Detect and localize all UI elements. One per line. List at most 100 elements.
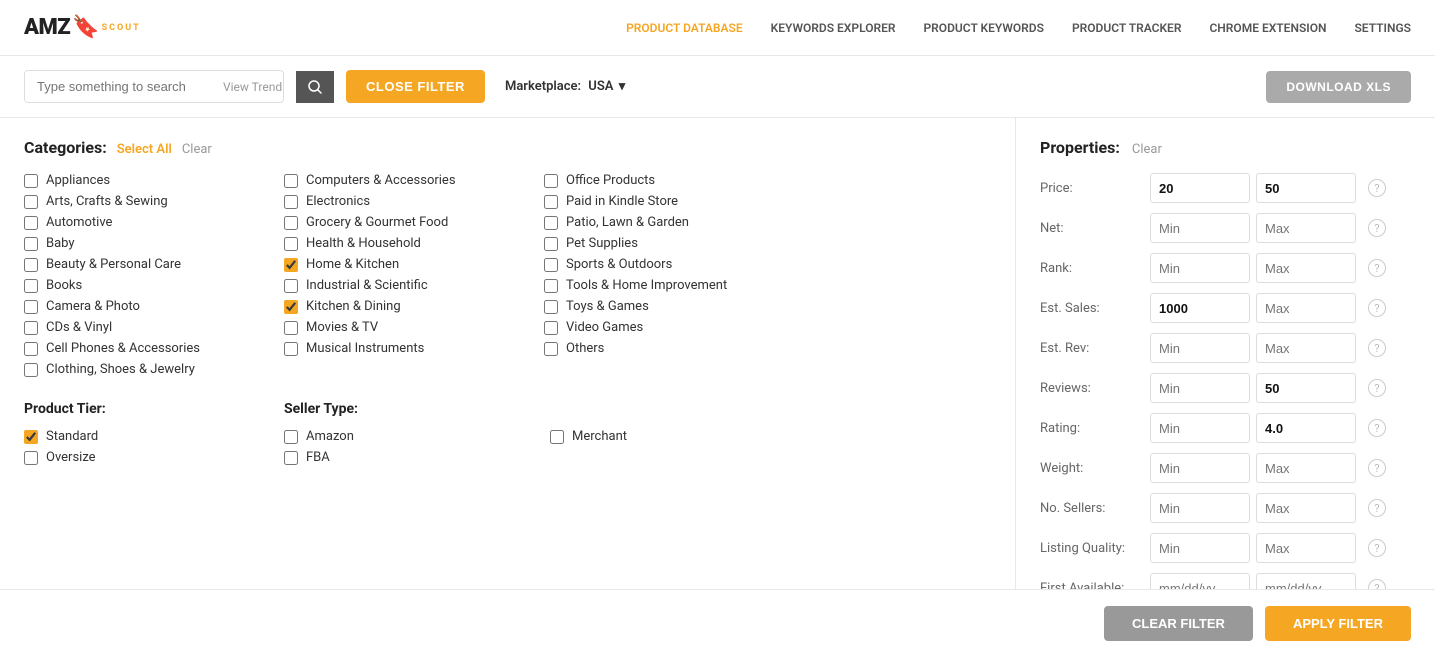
- category-item[interactable]: Paid in Kindle Store: [544, 194, 804, 209]
- category-checkbox[interactable]: [544, 174, 558, 188]
- category-item[interactable]: Arts, Crafts & Sewing: [24, 194, 284, 209]
- select-all-link[interactable]: Select All: [117, 142, 172, 157]
- category-checkbox[interactable]: [284, 195, 298, 209]
- category-checkbox[interactable]: [284, 321, 298, 335]
- property-min-input[interactable]: [1150, 173, 1250, 203]
- categories-clear-link[interactable]: Clear: [182, 142, 212, 157]
- category-item[interactable]: Kitchen & Dining: [284, 299, 544, 314]
- nav-link-product-database[interactable]: PRODUCT DATABASE: [626, 21, 743, 35]
- property-max-input[interactable]: [1256, 293, 1356, 323]
- category-checkbox[interactable]: [24, 321, 38, 335]
- download-xls-button[interactable]: DOWNLOAD XLS: [1266, 71, 1411, 103]
- property-min-input[interactable]: [1150, 413, 1250, 443]
- product-tier-checkbox[interactable]: [24, 430, 38, 444]
- category-checkbox[interactable]: [24, 174, 38, 188]
- property-max-input[interactable]: [1256, 413, 1356, 443]
- search-button[interactable]: [296, 71, 334, 103]
- property-max-input[interactable]: [1256, 213, 1356, 243]
- nav-link-keywords-explorer[interactable]: KEYWORDS EXPLORER: [771, 21, 896, 35]
- category-item[interactable]: Musical Instruments: [284, 341, 544, 356]
- category-checkbox[interactable]: [24, 216, 38, 230]
- category-item[interactable]: Industrial & Scientific: [284, 278, 544, 293]
- category-item[interactable]: Movies & TV: [284, 320, 544, 335]
- category-item[interactable]: Video Games: [544, 320, 804, 335]
- property-min-input[interactable]: [1150, 533, 1250, 563]
- marketplace-selector[interactable]: Marketplace: USA ▾: [505, 79, 625, 94]
- property-max-input[interactable]: [1256, 373, 1356, 403]
- product-tier-item[interactable]: Standard: [24, 429, 284, 444]
- property-max-input[interactable]: [1256, 333, 1356, 363]
- category-item[interactable]: Electronics: [284, 194, 544, 209]
- category-checkbox[interactable]: [544, 279, 558, 293]
- category-checkbox[interactable]: [24, 195, 38, 209]
- nav-link-settings[interactable]: SETTINGS: [1354, 21, 1411, 35]
- help-icon[interactable]: ?: [1368, 219, 1386, 237]
- category-checkbox[interactable]: [24, 279, 38, 293]
- search-input[interactable]: [25, 71, 215, 102]
- category-item[interactable]: Patio, Lawn & Garden: [544, 215, 804, 230]
- category-checkbox[interactable]: [24, 237, 38, 251]
- nav-link-product-keywords[interactable]: PRODUCT KEYWORDS: [923, 21, 1043, 35]
- property-min-input[interactable]: [1150, 253, 1250, 283]
- help-icon[interactable]: ?: [1368, 419, 1386, 437]
- category-checkbox[interactable]: [544, 300, 558, 314]
- property-max-input[interactable]: [1256, 173, 1356, 203]
- category-checkbox[interactable]: [544, 216, 558, 230]
- category-item[interactable]: Home & Kitchen: [284, 257, 544, 272]
- category-item[interactable]: Grocery & Gourmet Food: [284, 215, 544, 230]
- category-item[interactable]: Office Products: [544, 173, 804, 188]
- category-item[interactable]: Sports & Outdoors: [544, 257, 804, 272]
- category-checkbox[interactable]: [284, 258, 298, 272]
- property-max-input[interactable]: [1256, 453, 1356, 483]
- category-checkbox[interactable]: [544, 258, 558, 272]
- property-min-input[interactable]: [1150, 213, 1250, 243]
- property-min-input[interactable]: [1150, 493, 1250, 523]
- category-item[interactable]: Beauty & Personal Care: [24, 257, 284, 272]
- seller-type-item[interactable]: Merchant: [550, 429, 810, 444]
- category-checkbox[interactable]: [544, 342, 558, 356]
- category-checkbox[interactable]: [24, 363, 38, 377]
- category-item[interactable]: Computers & Accessories: [284, 173, 544, 188]
- category-checkbox[interactable]: [544, 321, 558, 335]
- property-max-input[interactable]: [1256, 253, 1356, 283]
- help-icon[interactable]: ?: [1368, 259, 1386, 277]
- category-item[interactable]: Others: [544, 341, 804, 356]
- nav-link-product-tracker[interactable]: PRODUCT TRACKER: [1072, 21, 1182, 35]
- help-icon[interactable]: ?: [1368, 339, 1386, 357]
- category-checkbox[interactable]: [284, 342, 298, 356]
- seller-type-checkbox[interactable]: [284, 430, 298, 444]
- category-item[interactable]: Camera & Photo: [24, 299, 284, 314]
- category-item[interactable]: Cell Phones & Accessories: [24, 341, 284, 356]
- help-icon[interactable]: ?: [1368, 539, 1386, 557]
- property-min-input[interactable]: [1150, 373, 1250, 403]
- category-checkbox[interactable]: [24, 300, 38, 314]
- category-item[interactable]: Clothing, Shoes & Jewelry: [24, 362, 284, 377]
- category-item[interactable]: CDs & Vinyl: [24, 320, 284, 335]
- clear-filter-button[interactable]: CLEAR FILTER: [1104, 606, 1253, 641]
- category-checkbox[interactable]: [284, 279, 298, 293]
- help-icon[interactable]: ?: [1368, 379, 1386, 397]
- category-item[interactable]: Health & Household: [284, 236, 544, 251]
- category-checkbox[interactable]: [284, 237, 298, 251]
- property-min-input[interactable]: [1150, 453, 1250, 483]
- nav-link-chrome-extension[interactable]: CHROME EXTENSION: [1209, 21, 1326, 35]
- category-item[interactable]: Tools & Home Improvement: [544, 278, 804, 293]
- property-max-input[interactable]: [1256, 493, 1356, 523]
- seller-type-item[interactable]: Amazon: [284, 429, 544, 444]
- category-checkbox[interactable]: [284, 216, 298, 230]
- seller-type-item[interactable]: FBA: [284, 450, 544, 465]
- category-item[interactable]: Automotive: [24, 215, 284, 230]
- property-min-input[interactable]: [1150, 333, 1250, 363]
- close-filter-button[interactable]: CLOSE FILTER: [346, 70, 485, 103]
- category-checkbox[interactable]: [24, 342, 38, 356]
- category-checkbox[interactable]: [284, 174, 298, 188]
- help-icon[interactable]: ?: [1368, 459, 1386, 477]
- category-checkbox[interactable]: [284, 300, 298, 314]
- category-item[interactable]: Pet Supplies: [544, 236, 804, 251]
- category-item[interactable]: Books: [24, 278, 284, 293]
- view-trends-link[interactable]: View Trends: [215, 72, 284, 102]
- seller-type-checkbox[interactable]: [284, 451, 298, 465]
- category-item[interactable]: Toys & Games: [544, 299, 804, 314]
- help-icon[interactable]: ?: [1368, 299, 1386, 317]
- properties-clear-link[interactable]: Clear: [1132, 142, 1162, 157]
